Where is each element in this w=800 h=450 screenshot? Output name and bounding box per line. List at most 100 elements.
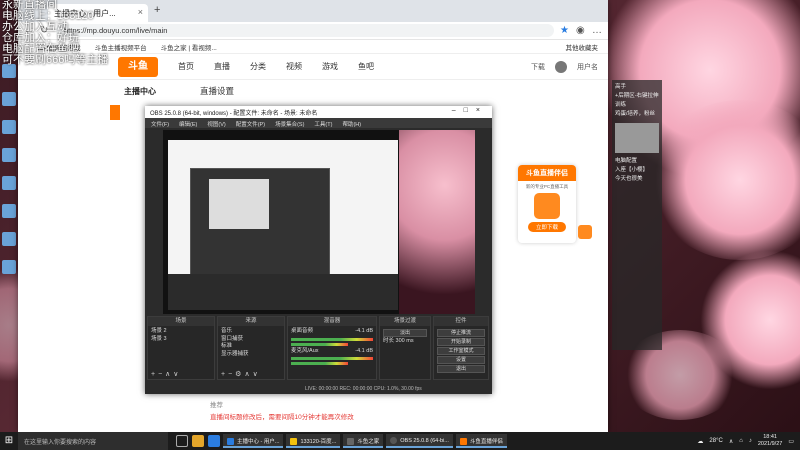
profile-icon[interactable]: ◉ [576,25,586,36]
bookmark-folder[interactable]: 其他收藏夹 [566,42,599,52]
taskbar-task[interactable]: 主播中心 - 用户... [223,434,284,448]
network-icon[interactable]: ⌂ [739,438,743,444]
menu-view[interactable]: 视图(V) [207,120,225,128]
volume-slider[interactable] [291,342,349,346]
start-recording-button[interactable]: 开始录制 [437,338,485,346]
menu-file[interactable]: 文件(F) [151,120,169,128]
avatar[interactable] [555,60,567,73]
duration-label: 时长 [383,338,395,344]
chat-line: 电脑配置 [615,158,638,164]
bookmark-item[interactable]: 斗鱼之家 | 看视频... [161,42,217,52]
download-button[interactable]: 立即下载 [528,222,566,232]
window-controls[interactable]: –□× [452,107,488,114]
sidebar-item-active[interactable] [110,105,120,120]
preview-nested-window [209,179,269,229]
promo-card[interactable]: 斗鱼直播伴侣 新的专业PC直播工具 立即下载 [518,165,576,243]
desktop-app-icon[interactable] [2,176,16,190]
menu-profile[interactable]: 配置文件(P) [236,120,265,128]
desktop-app-icon[interactable] [2,260,16,274]
duration-input[interactable]: 300 ms [396,338,414,344]
user-area: 下载 用户名 [531,60,598,73]
play-icon[interactable] [578,225,592,239]
scene-item[interactable]: 场景 2 [151,328,211,336]
desktop-app-icon[interactable] [2,120,16,134]
new-tab-icon[interactable]: + [154,4,160,16]
exit-button[interactable]: 退出 [437,365,485,373]
desktop-app-icon[interactable] [2,148,16,162]
notifications-icon[interactable]: ▭ [788,438,794,445]
overlay-line: 可不要刷666吗等主播 [2,54,109,66]
nav-live[interactable]: 直播 [214,61,230,72]
store-icon[interactable] [208,435,220,447]
controls-dock: 控件 停止推流 开始录制 工作室模式 设置 退出 [433,316,489,380]
desktop-app-icon[interactable] [2,204,16,218]
transitions-dock: 场景过渡 淡出 时长 300 ms [379,316,431,380]
screen-icon[interactable] [578,265,592,279]
nav-home[interactable]: 首页 [178,61,194,72]
menu-help[interactable]: 帮助(H) [342,120,361,128]
url-field[interactable]: https://mp.douyu.com/live/main [56,24,554,37]
source-item[interactable]: 音乐 [221,328,281,336]
clock-date: 2021/9/27 [757,441,783,447]
transition-select[interactable]: 淡出 [383,329,427,337]
menu-edit[interactable]: 编辑(E) [179,120,197,128]
transitions-header: 场景过渡 [380,317,430,326]
source-item[interactable]: 显示器捕获 [221,351,281,359]
taskbar-task[interactable]: OBS 25.0.8 (64-bi... [386,434,453,448]
clock[interactable]: 18:41 2021/9/27 [758,434,782,448]
promo-subtitle: 新的专业PC直播工具 [525,184,569,189]
weather-temp[interactable]: 28°C [709,438,722,444]
more-icon[interactable]: … [592,25,602,36]
sources-header: 来源 [218,317,284,326]
mixer-header: 混音器 [288,317,376,326]
mixer-channel-name: 麦克风/Aux [291,347,319,354]
close-icon[interactable]: × [138,7,143,17]
stop-streaming-button[interactable]: 停止推流 [437,329,485,337]
mixer-channel-name: 桌面音频 [291,328,314,334]
taskbar-search[interactable]: 在这里输入你要搜索的内容 [18,432,168,450]
tips-warning: 直播间标题修改后，需要间隔10分钟才能再次修改 [210,414,354,421]
favorite-star-icon[interactable]: ★ [560,25,570,36]
app-logo-icon [534,193,560,219]
chat-thumbnail [615,123,659,153]
file-explorer-icon[interactable] [192,435,204,447]
source-toolbar-icons[interactable]: +−⚙∧∨ [221,370,261,378]
taskbar-task[interactable]: 斗鱼之家 [343,434,384,448]
task-view-icon[interactable] [176,435,188,447]
studio-mode-button[interactable]: 工作室模式 [437,347,485,355]
nav-category[interactable]: 分类 [250,61,266,72]
obs-window: OBS 25.0.8 (64-bit, windows) - 配置文件: 未命名… [145,106,492,394]
desktop-app-icon[interactable] [2,232,16,246]
desktop-app-icon[interactable] [2,64,16,78]
nav-game[interactable]: 游戏 [322,61,338,72]
nav-video[interactable]: 视频 [286,61,302,72]
scene-item[interactable]: 场景 3 [151,336,211,344]
tips: 推荐 直播间标题修改后，需要间隔10分钟才能再次修改 [210,400,354,424]
weather-icon[interactable]: ☁ [697,438,703,445]
username[interactable]: 用户名 [577,62,598,72]
douyu-icon [459,438,467,446]
nav-fishbar[interactable]: 鱼吧 [358,61,374,72]
settings-button[interactable]: 设置 [437,356,485,364]
taskbar-task[interactable]: 斗鱼直播伴侣 [455,434,507,448]
preview-wallpaper [399,130,475,314]
volume-icon[interactable]: ♪ [749,438,752,444]
task-label: 主播中心 - 用户... [237,439,280,445]
obs-preview[interactable] [163,130,475,314]
menu-scene-collection[interactable]: 场景集合(S) [275,120,304,128]
download-link[interactable]: 下载 [531,62,545,72]
volume-slider[interactable] [291,362,349,365]
home-icon[interactable] [578,245,592,259]
windows-start-icon[interactable]: ⊞ [0,432,18,450]
desktop-app-icon[interactable] [2,92,16,106]
desktop-icons [0,50,18,288]
volume-meter [291,337,373,341]
chat-line: 鸡蛋/培养，粉丝 [615,111,656,117]
source-item[interactable]: 标准 [221,343,281,351]
source-item[interactable]: 窗口捕获 [221,336,281,344]
tray-chevron-icon[interactable]: ∧ [729,438,733,445]
menu-tools[interactable]: 工具(T) [314,120,332,128]
scene-toolbar-icons[interactable]: +−∧∨ [151,370,181,378]
taskbar-task[interactable]: 133120-百度... [286,434,341,448]
douyu-logo[interactable]: 斗鱼 [118,56,158,77]
